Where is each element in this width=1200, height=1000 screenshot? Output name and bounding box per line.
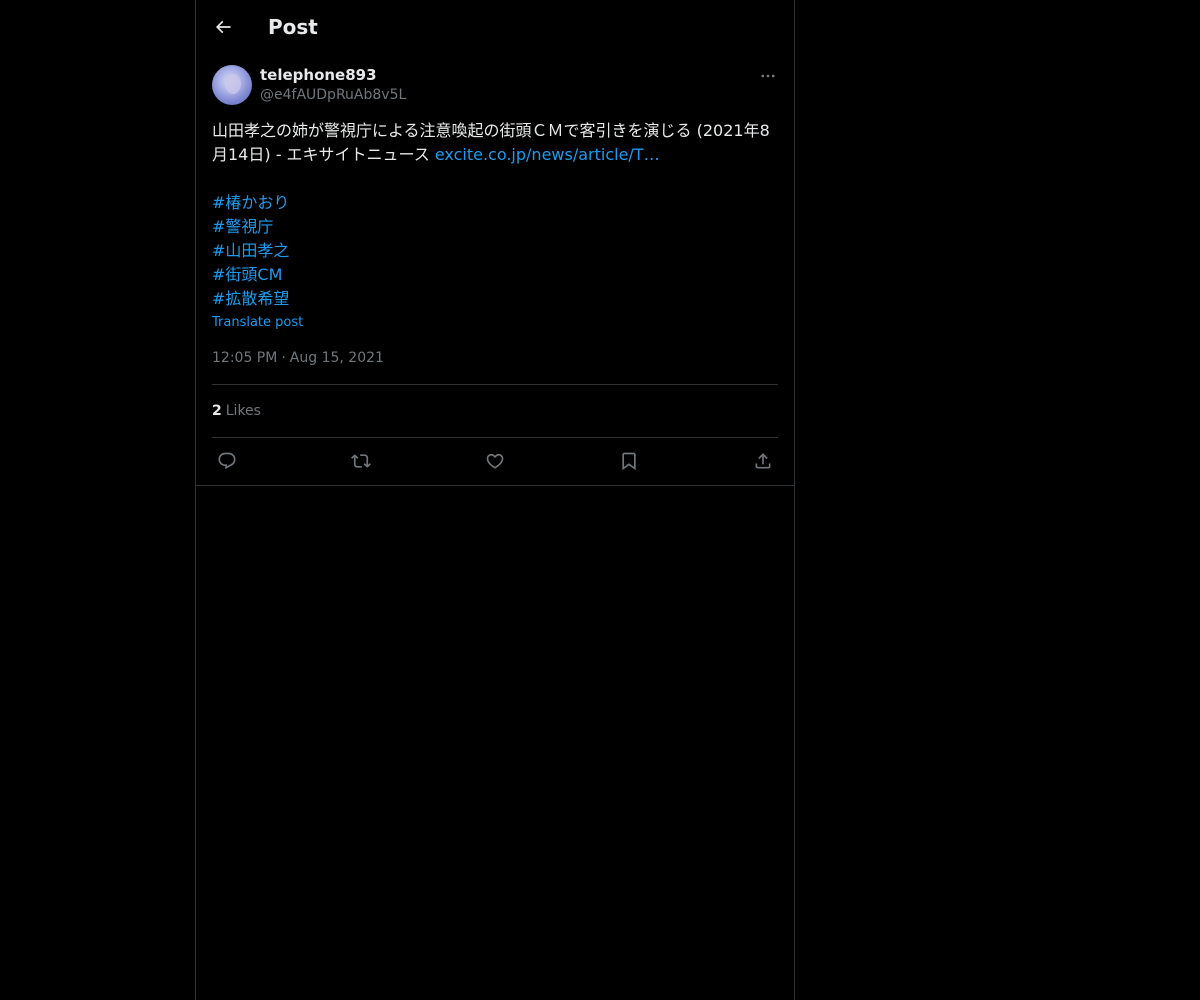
more-icon	[761, 74, 775, 78]
likes-count: 2	[212, 403, 222, 419]
post-text: 山田孝之の姉が警視庁による注意喚起の街頭ＣＭで客引きを演じる (2021年8月1…	[212, 119, 778, 167]
page-title: Post	[268, 15, 318, 39]
hashtag-link[interactable]: #街頭CM	[212, 263, 778, 287]
repost-icon	[351, 454, 371, 468]
hashtag-link[interactable]: #椿かおり	[212, 191, 778, 215]
main-column: Post telephone893 @e4fAUDpRuAb8v5L 山田孝之の…	[195, 0, 795, 1000]
share-icon	[755, 453, 771, 469]
repost-button[interactable]	[346, 446, 376, 476]
post-bottom-border	[196, 485, 794, 486]
article-link[interactable]: excite.co.jp/news/article/T…	[435, 145, 660, 164]
more-options-button[interactable]	[756, 64, 780, 88]
hashtag-link[interactable]: #拡散希望	[212, 287, 778, 311]
heart-icon	[486, 453, 504, 469]
post-date: Aug 15, 2021	[289, 350, 384, 366]
share-button[interactable]	[748, 446, 778, 476]
post-header: Post	[196, 0, 794, 53]
timestamp-separator: ·	[281, 350, 286, 366]
translate-post-link[interactable]: Translate post	[212, 314, 303, 332]
divider	[212, 384, 778, 385]
hashtag-link[interactable]: #山田孝之	[212, 239, 778, 263]
divider	[212, 437, 778, 438]
back-button[interactable]	[206, 10, 240, 44]
post-timestamp[interactable]: 12:05 PM · Aug 15, 2021	[212, 348, 384, 368]
likes-stat[interactable]: 2 Likes	[212, 401, 261, 421]
avatar[interactable]	[212, 65, 252, 105]
bookmark-button[interactable]	[614, 446, 644, 476]
author-handle[interactable]: @e4fAUDpRuAb8v5L	[260, 85, 406, 105]
reply-icon	[218, 452, 236, 470]
bookmark-icon	[622, 452, 636, 471]
author-display-name[interactable]: telephone893	[260, 65, 377, 85]
likes-label: Likes	[225, 403, 261, 419]
reply-button[interactable]	[212, 446, 242, 476]
arrow-left-icon	[215, 20, 231, 34]
action-bar	[212, 446, 778, 476]
post-time: 12:05 PM	[212, 350, 278, 366]
avatar-face	[225, 74, 241, 94]
hashtag-list: #椿かおり #警視庁 #山田孝之 #街頭CM #拡散希望	[212, 191, 778, 311]
hashtag-link[interactable]: #警視庁	[212, 215, 778, 239]
like-button[interactable]	[480, 446, 510, 476]
